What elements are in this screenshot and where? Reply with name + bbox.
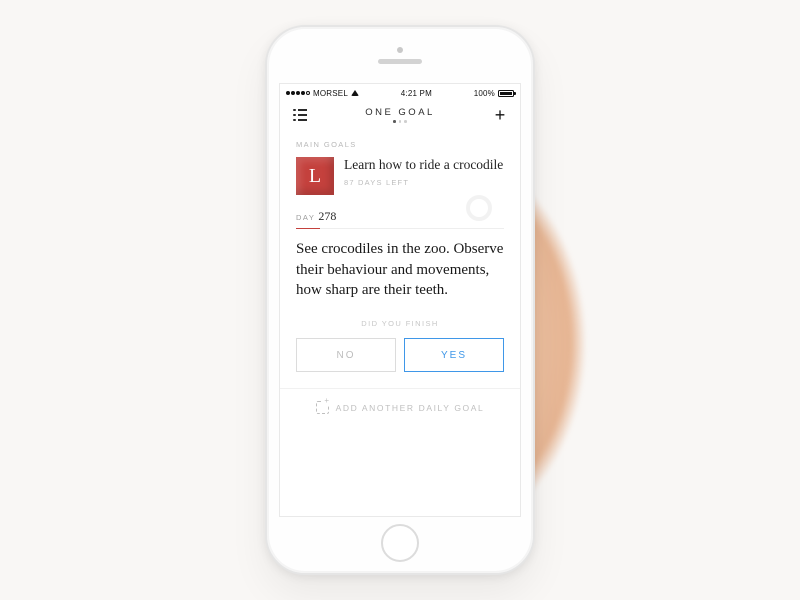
iphone-device-frame: MORSEL 4:21 PM 100% ONE GOAL bbox=[265, 25, 535, 575]
status-time: 4:21 PM bbox=[401, 89, 432, 98]
finish-prompt: DID YOU FINISH bbox=[296, 319, 504, 328]
list-icon bbox=[293, 109, 307, 122]
battery-icon bbox=[498, 90, 514, 97]
content-area: MAIN GOALS L Learn how to ride a crocodi… bbox=[280, 130, 520, 516]
add-button[interactable]: + bbox=[492, 107, 508, 123]
day-number: 278 bbox=[318, 209, 336, 224]
goal-days-left: 87 DAYS LEFT bbox=[344, 178, 503, 187]
daily-goal-text: See crocodiles in the zoo. Observe their… bbox=[296, 239, 504, 301]
wifi-icon bbox=[351, 90, 359, 96]
add-daily-goal-label: ADD ANOTHER DAILY GOAL bbox=[336, 403, 485, 413]
plus-icon: + bbox=[495, 106, 506, 124]
add-daily-goal-button[interactable]: ADD ANOTHER DAILY GOAL bbox=[296, 401, 504, 422]
main-goal-row[interactable]: L Learn how to ride a crocodile 87 DAYS … bbox=[296, 157, 504, 195]
carrier-label: MORSEL bbox=[313, 89, 348, 98]
yes-button[interactable]: YES bbox=[404, 338, 504, 372]
menu-button[interactable] bbox=[292, 107, 308, 123]
divider bbox=[280, 388, 520, 389]
front-camera bbox=[397, 47, 403, 53]
ios-status-bar: MORSEL 4:21 PM 100% bbox=[280, 84, 520, 100]
nav-bar: ONE GOAL + bbox=[280, 100, 520, 130]
pulse-indicator bbox=[466, 195, 492, 221]
no-button[interactable]: NO bbox=[296, 338, 396, 372]
day-label: DAY bbox=[296, 213, 315, 222]
section-label-main-goals: MAIN GOALS bbox=[296, 140, 504, 149]
battery-percent: 100% bbox=[474, 89, 495, 98]
earpiece-speaker bbox=[378, 59, 422, 64]
home-button[interactable] bbox=[381, 524, 419, 562]
nav-title: ONE GOAL bbox=[365, 107, 435, 118]
day-counter: DAY 278 bbox=[296, 209, 504, 229]
goal-title: Learn how to ride a crocodile bbox=[344, 157, 503, 174]
signal-strength-icon bbox=[286, 91, 310, 95]
device-sensors bbox=[378, 47, 422, 64]
screen: MORSEL 4:21 PM 100% ONE GOAL bbox=[279, 83, 521, 517]
goal-tile-letter: L bbox=[296, 157, 334, 195]
nav-title-wrap: ONE GOAL bbox=[365, 107, 435, 123]
finish-button-row: NO YES bbox=[296, 338, 504, 372]
page-indicator bbox=[365, 120, 435, 123]
add-square-icon bbox=[316, 401, 329, 414]
